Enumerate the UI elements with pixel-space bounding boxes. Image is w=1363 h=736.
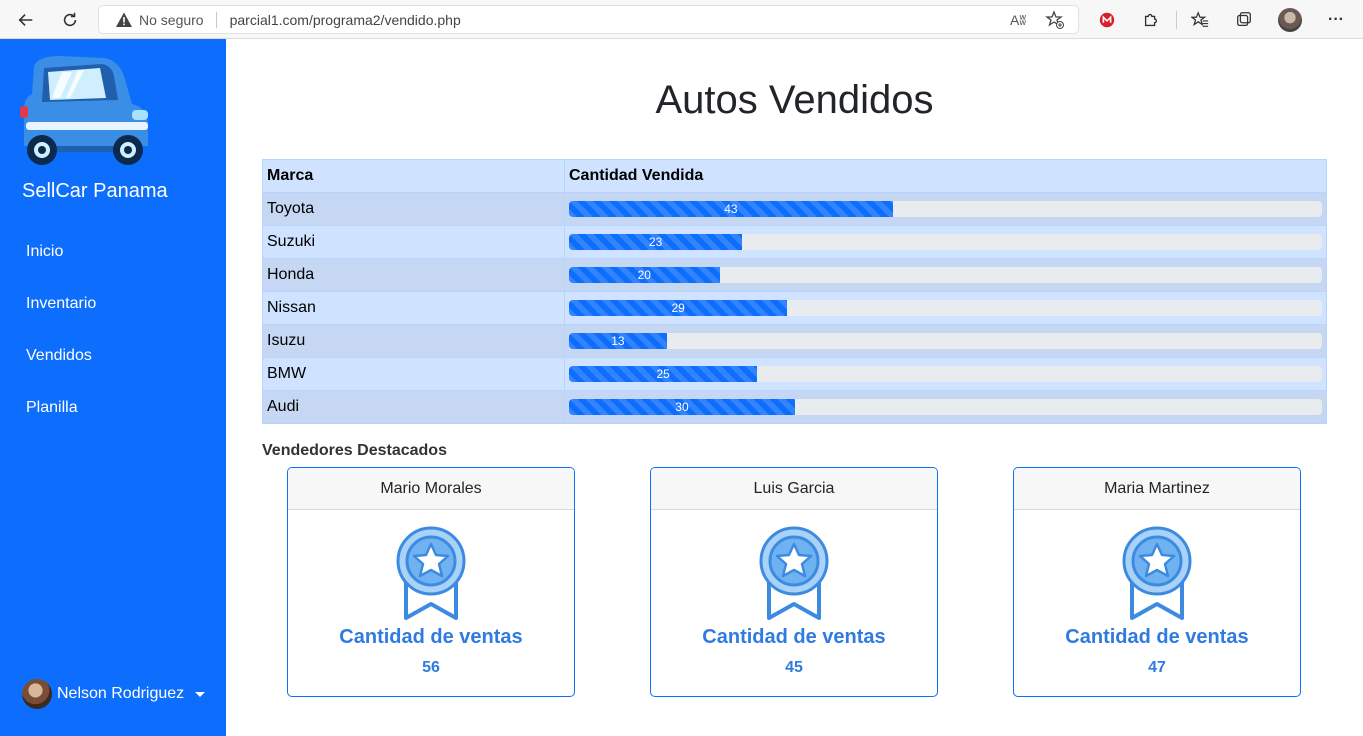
brand-name[interactable]: SellCar Panama xyxy=(22,180,168,203)
profile-avatar-icon[interactable] xyxy=(1278,8,1302,32)
award-medal-icon xyxy=(396,526,466,620)
brand-cell: BMW xyxy=(262,357,565,391)
brand-cell: Nissan xyxy=(262,291,565,325)
collections-icon[interactable] xyxy=(1232,8,1256,32)
progress-bar: 20 xyxy=(569,267,720,283)
progress-bar: 23 xyxy=(569,234,743,250)
sales-label: Cantidad de ventas xyxy=(702,626,886,648)
table-row: Toyota 43 xyxy=(262,192,1327,226)
progress-track: 20 xyxy=(569,267,1322,283)
progress-track: 13 xyxy=(569,333,1322,349)
sidebar-item-vendidos[interactable]: Vendidos xyxy=(26,347,92,365)
table-row: Suzuki 23 xyxy=(262,225,1327,259)
seller-card: Maria Martinez Cantidad de ventas 47 xyxy=(1013,467,1301,697)
table-row: BMW 25 xyxy=(262,357,1327,391)
sales-count: 47 xyxy=(1148,659,1166,676)
quantity-cell: 43 xyxy=(564,192,1327,226)
column-header-cantidad: Cantidad Vendida xyxy=(564,159,1327,193)
seller-card: Luis Garcia Cantidad de ventas 45 xyxy=(650,467,938,697)
sidebar-item-planilla[interactable]: Planilla xyxy=(26,399,78,417)
progress-bar: 13 xyxy=(569,333,667,349)
avatar xyxy=(22,679,52,709)
quantity-cell: 23 xyxy=(564,225,1327,259)
brand-cell: Audi xyxy=(262,390,565,424)
quantity-cell: 25 xyxy=(564,357,1327,391)
progress-track: 29 xyxy=(569,300,1322,316)
extension-red-icon[interactable] xyxy=(1095,8,1119,32)
brand-cell: Isuzu xyxy=(262,324,565,358)
table-row: Audi 30 xyxy=(262,390,1327,424)
seller-card: Mario Morales Cantidad de ventas 56 xyxy=(287,467,575,697)
progress-bar: 29 xyxy=(569,300,788,316)
table-row: Isuzu 13 xyxy=(262,324,1327,358)
brand-cell: Suzuki xyxy=(262,225,565,259)
sales-label: Cantidad de ventas xyxy=(339,626,523,648)
award-medal-icon xyxy=(759,526,829,620)
seller-name: Luis Garcia xyxy=(651,468,937,510)
reload-icon[interactable] xyxy=(56,6,84,34)
car-logo-icon xyxy=(20,56,148,165)
progress-track: 25 xyxy=(569,366,1322,382)
quantity-cell: 13 xyxy=(564,324,1327,358)
sales-count: 56 xyxy=(422,659,440,676)
warning-icon xyxy=(115,11,133,29)
back-arrow-icon[interactable] xyxy=(12,6,40,34)
add-favorite-icon[interactable] xyxy=(1045,10,1065,30)
sales-count: 45 xyxy=(785,659,803,676)
favorites-icon[interactable] xyxy=(1188,8,1212,32)
progress-bar: 25 xyxy=(569,366,758,382)
address-divider xyxy=(215,11,217,28)
quantity-cell: 20 xyxy=(564,258,1327,292)
not-secure-label[interactable]: No seguro xyxy=(139,12,204,28)
quantity-cell: 29 xyxy=(564,291,1327,325)
sales-table: Marca Cantidad Vendida Toyota 43 Suzuki 23 H… xyxy=(262,159,1327,424)
sidebar-item-inicio[interactable]: Inicio xyxy=(26,243,63,261)
user-menu[interactable]: Nelson Rodriguez xyxy=(22,679,206,709)
caret-down-icon xyxy=(195,691,206,697)
table-header-row: Marca Cantidad Vendida xyxy=(262,159,1327,193)
progress-track: 30 xyxy=(569,399,1322,415)
url-text[interactable]: parcial1.com/programa2/vendido.php xyxy=(230,12,461,28)
extensions-puzzle-icon[interactable] xyxy=(1139,8,1163,32)
sidebar: SellCar Panama Inicio Inventario Vendido… xyxy=(0,39,226,736)
read-aloud-icon[interactable]: Aʬ xyxy=(1010,12,1026,28)
column-header-marca: Marca xyxy=(262,159,565,193)
progress-track: 23 xyxy=(569,234,1322,250)
brand-cell: Toyota xyxy=(262,192,565,226)
brand-cell: Honda xyxy=(262,258,565,292)
user-name: Nelson Rodriguez xyxy=(57,685,185,702)
quantity-cell: 30 xyxy=(564,390,1327,424)
page-title: Autos Vendidos xyxy=(655,78,934,122)
progress-bar: 30 xyxy=(569,399,795,415)
table-row: Honda 20 xyxy=(262,258,1327,292)
toolbar-divider xyxy=(1176,11,1177,29)
sales-label: Cantidad de ventas xyxy=(1065,626,1249,648)
table-row: Nissan 29 xyxy=(262,291,1327,325)
address-bar[interactable]: No seguro parcial1.com/programa2/vendido… xyxy=(98,5,1079,34)
progress-track: 43 xyxy=(569,201,1322,217)
more-options-icon[interactable]: ··· xyxy=(1324,8,1348,32)
award-medal-icon xyxy=(1122,526,1192,620)
seller-name: Mario Morales xyxy=(288,468,574,510)
featured-sellers-heading: Vendedores Destacados xyxy=(262,442,447,459)
sidebar-item-inventario[interactable]: Inventario xyxy=(26,295,96,313)
progress-bar: 43 xyxy=(569,201,893,217)
browser-toolbar: No seguro parcial1.com/programa2/vendido… xyxy=(0,0,1363,39)
seller-name: Maria Martinez xyxy=(1014,468,1300,510)
